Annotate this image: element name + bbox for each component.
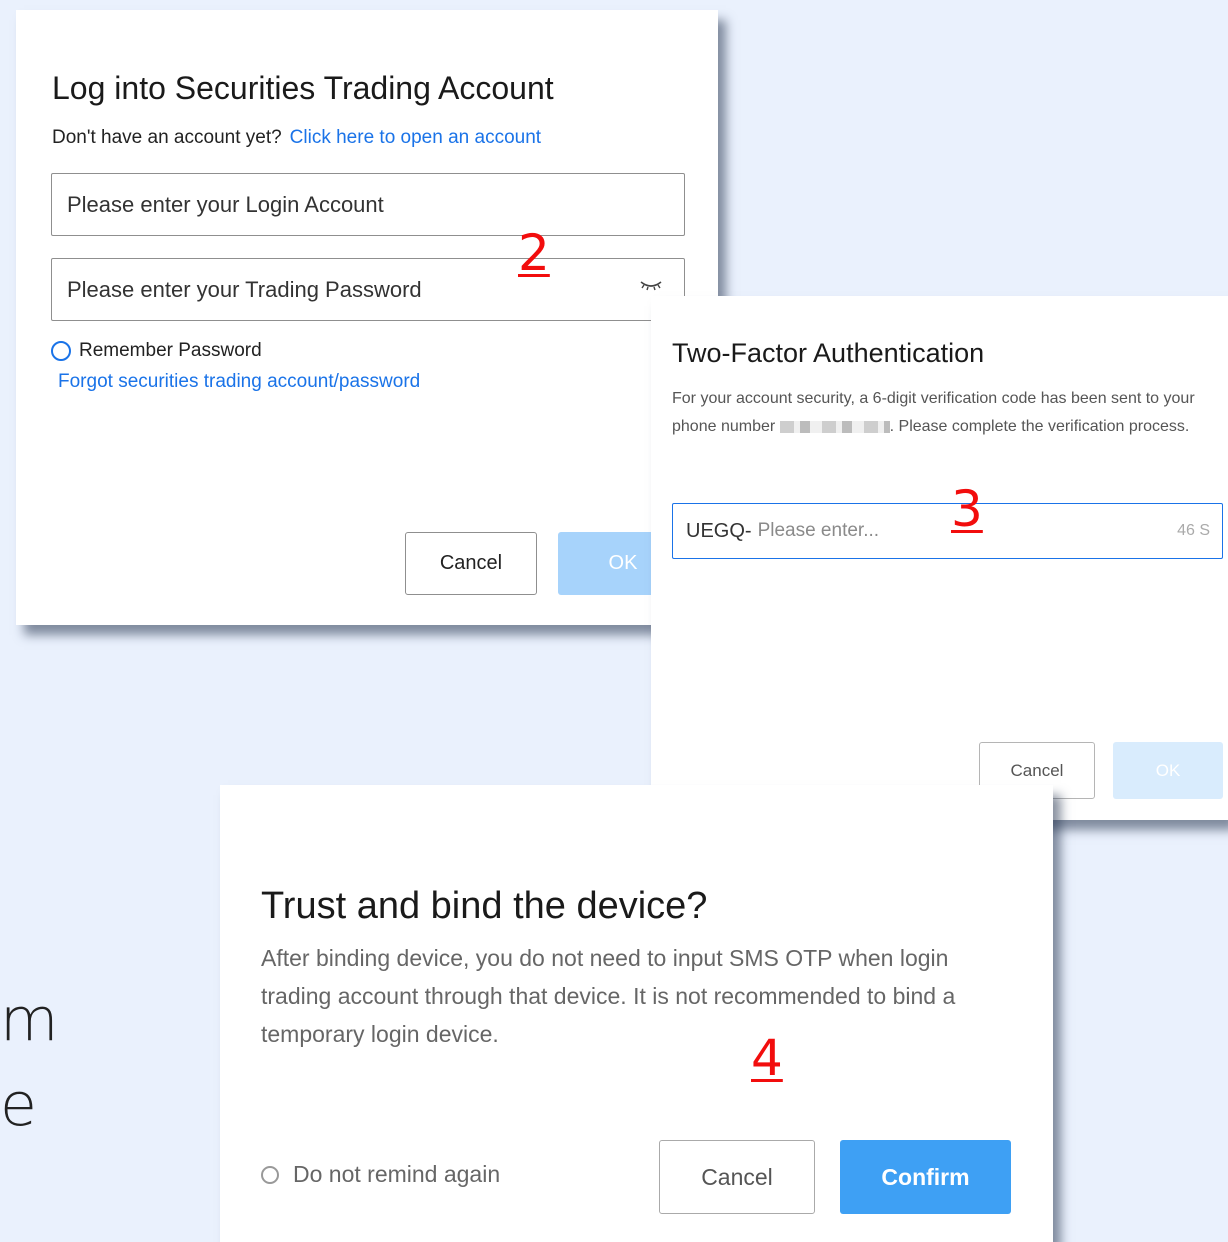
forgot-password-link[interactable]: Forgot securities trading account/passwo… <box>58 371 420 393</box>
two-factor-ok-button[interactable]: OK <box>1113 742 1223 799</box>
resend-timer: 46 S <box>1177 522 1210 539</box>
remember-password-option[interactable]: Remember Password <box>51 340 262 362</box>
background-text-line2: e <box>0 1070 37 1140</box>
code-prefix: UEGQ- <box>686 519 752 542</box>
trading-password-placeholder: Please enter your Trading Password <box>67 276 422 302</box>
step-marker-2: 2 <box>518 224 550 282</box>
do-not-remind-label: Do not remind again <box>293 1161 501 1187</box>
hide-password-icon[interactable] <box>640 275 662 296</box>
background-text-line1: m <box>0 985 59 1055</box>
open-account-prompt: Don't have an account yet? Click here to … <box>52 127 541 149</box>
no-account-text: Don't have an account yet? <box>52 127 282 148</box>
login-dialog-title: Log into Securities Trading Account <box>52 70 554 106</box>
login-dialog: Log into Securities Trading Account Don'… <box>16 10 718 625</box>
trading-password-input[interactable]: Please enter your Trading Password <box>51 258 685 321</box>
bind-confirm-button[interactable]: Confirm <box>840 1140 1011 1214</box>
bind-device-title: Trust and bind the device? <box>261 885 708 927</box>
two-factor-dialog: Two-Factor Authentication For your accou… <box>651 296 1228 820</box>
remember-password-label: Remember Password <box>79 340 262 361</box>
bind-cancel-button[interactable]: Cancel <box>659 1140 815 1214</box>
do-not-remind-option[interactable]: Do not remind again <box>261 1161 500 1188</box>
two-factor-title: Two-Factor Authentication <box>672 338 985 368</box>
open-account-link[interactable]: Click here to open an account <box>290 127 541 148</box>
verification-code-input[interactable]: UEGQ- Please enter... 46 S <box>672 503 1223 559</box>
login-account-input[interactable]: Please enter your Login Account <box>51 173 685 236</box>
login-account-placeholder: Please enter your Login Account <box>67 191 384 217</box>
do-not-remind-radio-icon[interactable] <box>261 1165 279 1184</box>
remember-radio-icon[interactable] <box>51 341 71 361</box>
two-factor-description: For your account security, a 6-digit ver… <box>672 385 1217 441</box>
step-marker-4: 4 <box>751 1029 783 1087</box>
two-factor-desc-part2: . Please complete the verification proce… <box>889 418 1190 435</box>
verification-code-placeholder: Please enter... <box>757 520 880 541</box>
login-cancel-button[interactable]: Cancel <box>405 532 537 595</box>
bind-device-dialog: Trust and bind the device? After binding… <box>220 785 1053 1242</box>
masked-phone-number <box>779 420 890 433</box>
bind-device-description: After binding device, you do not need to… <box>261 945 956 1047</box>
step-marker-3: 3 <box>951 480 983 538</box>
